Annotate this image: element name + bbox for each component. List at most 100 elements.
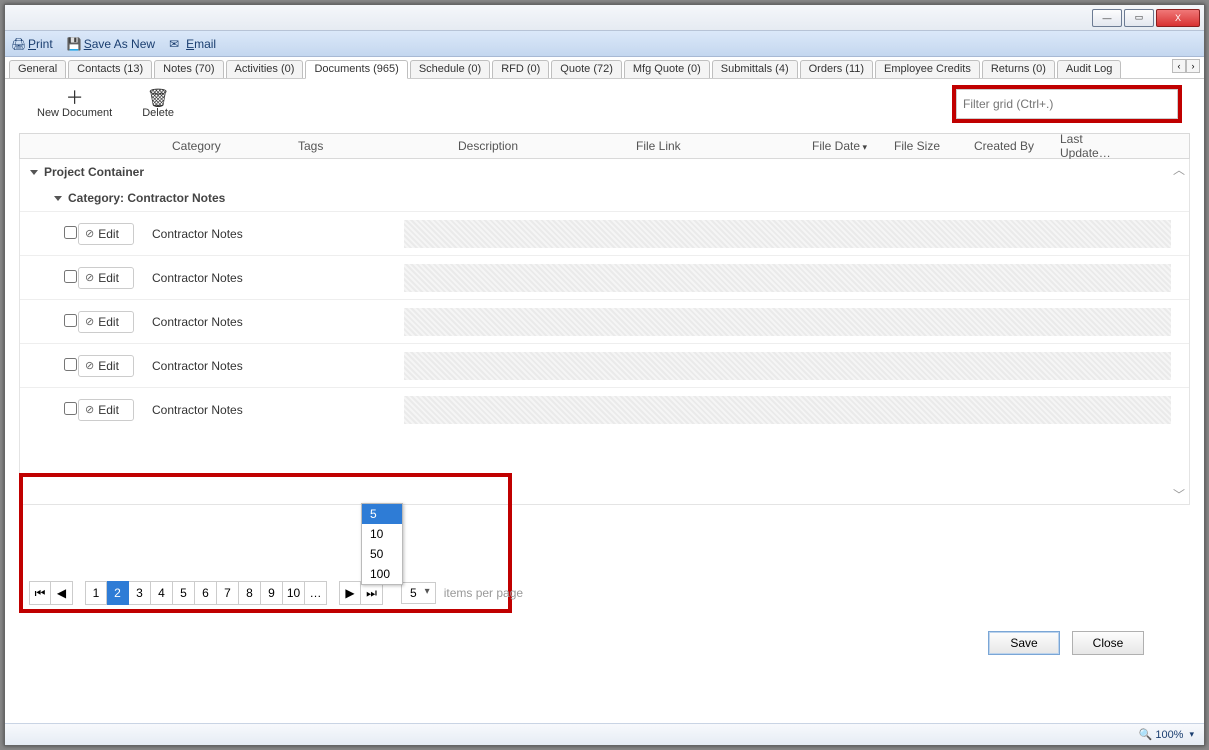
- page-size-select[interactable]: 5: [401, 582, 436, 604]
- edit-button[interactable]: Edit: [78, 267, 134, 289]
- group-top-label: Project Container: [44, 165, 144, 179]
- row-empty-cells: [404, 308, 1171, 336]
- save-as-new-label: Save As New: [84, 37, 155, 51]
- grid-header-row: Category Tags Description File Link File…: [19, 133, 1190, 159]
- group-sub-label: Category: Contractor Notes: [68, 191, 225, 205]
- col-file-date[interactable]: File Date: [806, 139, 888, 153]
- app-window: — ▭ X Print Save As New Email GeneralCon…: [4, 4, 1205, 746]
- row-checkbox[interactable]: [64, 314, 77, 327]
- table-row: EditContractor Notes: [20, 255, 1189, 299]
- tabs-prev[interactable]: ‹: [1172, 59, 1186, 73]
- items-per-page-label: items per page: [444, 586, 523, 600]
- row-checkbox[interactable]: [64, 226, 77, 239]
- tab-schedule-0-[interactable]: Schedule (0): [410, 60, 490, 78]
- page-size-option-50[interactable]: 50: [362, 544, 402, 564]
- edit-button[interactable]: Edit: [78, 355, 134, 377]
- pager-page-3[interactable]: 3: [129, 581, 151, 605]
- tab-quote-72-[interactable]: Quote (72): [551, 60, 622, 78]
- edit-button[interactable]: Edit: [78, 399, 134, 421]
- col-file-size[interactable]: File Size: [888, 139, 968, 153]
- email-button[interactable]: Email: [169, 37, 216, 51]
- pager-page-5[interactable]: 5: [173, 581, 195, 605]
- scroll-down-icon[interactable]: ﹀: [1171, 486, 1187, 502]
- tab-mfg-quote-0-[interactable]: Mfg Quote (0): [624, 60, 710, 78]
- pager-page-2[interactable]: 2: [107, 581, 129, 605]
- plus-icon: ＋: [37, 89, 112, 107]
- pager-next[interactable]: ▶: [339, 581, 361, 605]
- group-category[interactable]: Category: Contractor Notes: [20, 185, 1189, 211]
- pager-page-6[interactable]: 6: [195, 581, 217, 605]
- caret-down-icon: [54, 196, 62, 201]
- zoom-dropdown-icon[interactable]: ▾: [1189, 729, 1194, 740]
- pager: ⏮ ◀ 12345678910… ▶ ⏭ 5 items per page: [29, 581, 523, 605]
- save-as-new-button[interactable]: Save As New: [67, 37, 155, 51]
- col-description[interactable]: Description: [452, 139, 630, 153]
- tab-employee-credits[interactable]: Employee Credits: [875, 60, 980, 78]
- tab-returns-0-[interactable]: Returns (0): [982, 60, 1055, 78]
- maximize-button[interactable]: ▭: [1124, 9, 1154, 27]
- filter-grid-input[interactable]: [956, 89, 1178, 119]
- zoom-indicator[interactable]: 100%: [1139, 728, 1184, 741]
- print-icon: [11, 37, 25, 51]
- tab-notes-70-[interactable]: Notes (70): [154, 60, 223, 78]
- grid-body: ︿ Project Container Category: Contractor…: [19, 159, 1190, 505]
- col-last-update[interactable]: Last Update…: [1054, 132, 1124, 160]
- tabs-scroll-nav: ‹ ›: [1172, 59, 1200, 73]
- trash-icon: 🗑: [142, 89, 174, 107]
- save-icon: [67, 37, 81, 51]
- pager-page-4[interactable]: 4: [151, 581, 173, 605]
- page-size-option-10[interactable]: 10: [362, 524, 402, 544]
- col-created-by[interactable]: Created By: [968, 139, 1054, 153]
- group-project-container[interactable]: Project Container: [20, 159, 1189, 185]
- caret-down-icon: [30, 170, 38, 175]
- table-row: EditContractor Notes: [20, 211, 1189, 255]
- pager-page-1[interactable]: 1: [85, 581, 107, 605]
- tabs-next[interactable]: ›: [1186, 59, 1200, 73]
- close-form-button[interactable]: Close: [1072, 631, 1144, 655]
- tab-orders-11-[interactable]: Orders (11): [800, 60, 873, 78]
- col-category[interactable]: Category: [172, 139, 292, 153]
- new-document-button[interactable]: ＋ New Document: [37, 89, 112, 119]
- row-checkbox[interactable]: [64, 402, 77, 415]
- status-bar: 100% ▾: [5, 723, 1204, 745]
- row-checkbox[interactable]: [64, 358, 77, 371]
- row-category: Contractor Notes: [134, 403, 404, 417]
- toolbar: Print Save As New Email: [5, 31, 1204, 57]
- pager-prev[interactable]: ◀: [51, 581, 73, 605]
- mail-icon: [169, 37, 183, 51]
- tab-audit-log[interactable]: Audit Log: [1057, 60, 1121, 78]
- save-button[interactable]: Save: [988, 631, 1060, 655]
- table-row: EditContractor Notes: [20, 387, 1189, 431]
- form-buttons: Save Close: [988, 631, 1144, 655]
- pager-page-8[interactable]: 8: [239, 581, 261, 605]
- delete-label: Delete: [142, 107, 174, 119]
- col-tags[interactable]: Tags: [292, 139, 452, 153]
- row-empty-cells: [404, 264, 1171, 292]
- tab-rfd-0-[interactable]: RFD (0): [492, 60, 549, 78]
- row-checkbox[interactable]: [64, 270, 77, 283]
- close-button[interactable]: X: [1156, 9, 1200, 27]
- edit-button[interactable]: Edit: [78, 311, 134, 333]
- row-empty-cells: [404, 396, 1171, 424]
- tab-activities-0-[interactable]: Activities (0): [226, 60, 304, 78]
- tab-contacts-13-[interactable]: Contacts (13): [68, 60, 152, 78]
- pager-first[interactable]: ⏮: [29, 581, 51, 605]
- edit-button[interactable]: Edit: [78, 223, 134, 245]
- tab-submittals-4-[interactable]: Submittals (4): [712, 60, 798, 78]
- delete-button[interactable]: 🗑 Delete: [142, 89, 174, 119]
- tab-strip: GeneralContacts (13)Notes (70)Activities…: [5, 57, 1204, 79]
- pager-page-…[interactable]: …: [305, 581, 327, 605]
- page-size-option-5[interactable]: 5: [362, 504, 402, 524]
- row-empty-cells: [404, 352, 1171, 380]
- print-button[interactable]: Print: [11, 37, 53, 51]
- tab-general[interactable]: General: [9, 60, 66, 78]
- pager-page-7[interactable]: 7: [217, 581, 239, 605]
- scroll-up-icon[interactable]: ︿: [1171, 161, 1187, 177]
- minimize-button[interactable]: —: [1092, 9, 1122, 27]
- tab-documents-965-[interactable]: Documents (965): [305, 60, 407, 79]
- pager-page-9[interactable]: 9: [261, 581, 283, 605]
- page-size-dropdown[interactable]: 51050100: [361, 503, 403, 585]
- pager-page-10[interactable]: 10: [283, 581, 305, 605]
- col-file-link[interactable]: File Link: [630, 139, 806, 153]
- page-size-option-100[interactable]: 100: [362, 564, 402, 584]
